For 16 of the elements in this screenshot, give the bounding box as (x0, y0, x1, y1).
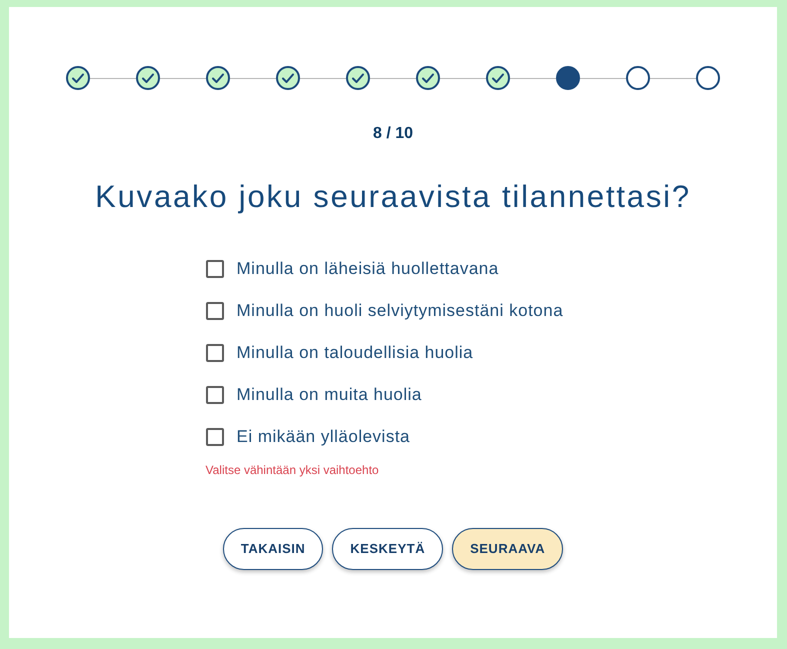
secondary-button[interactable]: TAKAISIN (222, 528, 324, 570)
checkbox[interactable] (206, 428, 224, 446)
next-button[interactable]: SEURAAVA (452, 528, 564, 570)
step-counter: 8 / 10 (372, 124, 414, 144)
checkbox[interactable] (206, 344, 224, 362)
checkbox-label: Minulla on huoli selviytymisestäni kotona (236, 300, 564, 322)
question-heading: Kuvaako joku seuraavista tilannettasi? (95, 179, 691, 215)
checkbox-label: Ei mikään ylläolevista (236, 426, 410, 448)
checkbox[interactable] (206, 302, 224, 320)
error-message: Valitse vähintään yksi vaihtoehto (206, 462, 379, 478)
checkbox-label: Minulla on muita huolia (236, 384, 422, 406)
checkbox-label: Minulla on läheisiä huollettavana (236, 258, 499, 280)
checkbox[interactable] (206, 260, 224, 278)
checkbox[interactable] (206, 386, 224, 404)
checkbox-label: Minulla on taloudellisia huolia (236, 342, 474, 364)
secondary-button[interactable]: KESKEYTÄ (332, 528, 444, 570)
